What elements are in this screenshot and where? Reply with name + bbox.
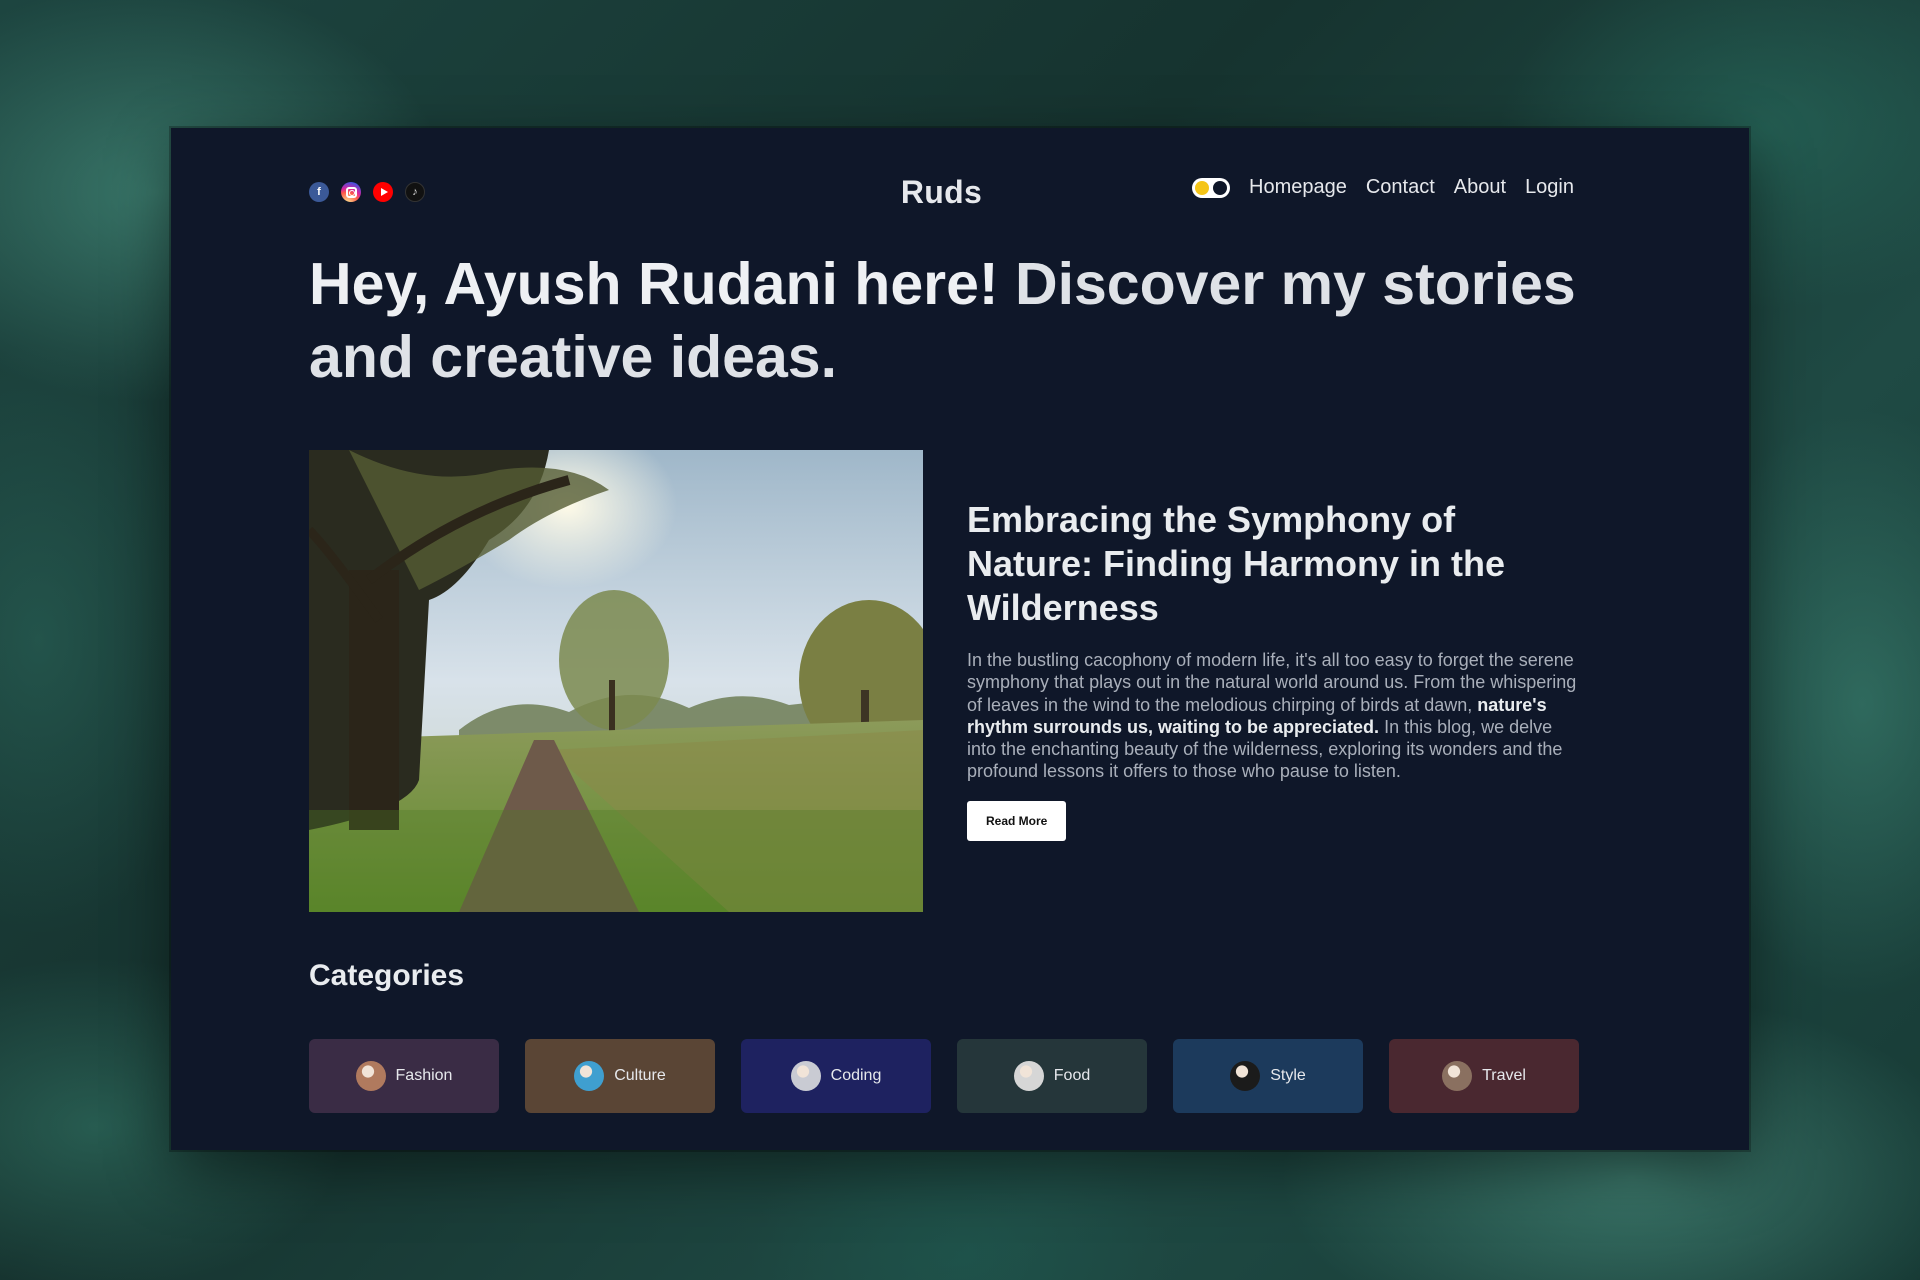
category-culture[interactable]: Culture	[525, 1039, 715, 1113]
category-avatar	[574, 1061, 605, 1091]
category-avatar	[355, 1061, 386, 1091]
featured-post: Embracing the Symphony of Nature: Findin…	[967, 498, 1577, 841]
featured-post-excerpt: In the bustling cacophony of modern life…	[967, 650, 1577, 782]
category-style[interactable]: Style	[1173, 1039, 1363, 1113]
category-food[interactable]: Food	[957, 1039, 1147, 1113]
featured-post-image[interactable]	[309, 450, 923, 912]
blog-window: f ♪ Ruds Homepage Contact About Login He…	[171, 128, 1749, 1150]
main-nav: Homepage Contact About Login	[1192, 176, 1574, 199]
category-label: Culture	[614, 1067, 666, 1084]
category-avatar	[790, 1061, 821, 1091]
nav-about[interactable]: About	[1454, 176, 1506, 199]
category-label: Food	[1053, 1067, 1091, 1084]
facebook-icon[interactable]: f	[309, 182, 329, 202]
categories-heading: Categories	[309, 959, 465, 992]
social-links: f ♪	[309, 182, 425, 202]
category-travel[interactable]: Travel	[1389, 1039, 1579, 1113]
category-avatar	[1230, 1061, 1261, 1091]
nav-contact[interactable]: Contact	[1366, 176, 1435, 199]
featured-post-title[interactable]: Embracing the Symphony of Nature: Findin…	[967, 498, 1577, 630]
categories-list: Fashion Culture Coding Food Style Travel	[309, 1039, 1579, 1113]
theme-toggle[interactable]	[1192, 177, 1231, 198]
category-coding[interactable]: Coding	[741, 1039, 931, 1113]
instagram-icon[interactable]	[341, 182, 361, 202]
category-label: Style	[1270, 1067, 1306, 1084]
youtube-icon[interactable]	[373, 182, 393, 202]
sun-icon	[1195, 180, 1210, 195]
hero-greeting: Hey, Ayush Rudani here!	[309, 251, 999, 317]
tiktok-icon[interactable]: ♪	[405, 182, 425, 202]
read-more-button[interactable]: Read More	[967, 800, 1067, 841]
category-avatar	[1013, 1061, 1044, 1091]
category-avatar	[1442, 1061, 1473, 1091]
site-header: f ♪ Ruds Homepage Contact About Login	[309, 166, 1574, 218]
category-label: Coding	[830, 1067, 882, 1084]
nav-homepage[interactable]: Homepage	[1249, 176, 1347, 199]
category-label: Fashion	[395, 1067, 453, 1084]
hero-heading: Hey, Ayush Rudani here! Discover my stor…	[309, 248, 1599, 394]
toggle-knob	[1213, 180, 1228, 195]
category-label: Travel	[1482, 1067, 1526, 1084]
category-fashion[interactable]: Fashion	[309, 1039, 499, 1113]
nav-login[interactable]: Login	[1525, 176, 1574, 199]
